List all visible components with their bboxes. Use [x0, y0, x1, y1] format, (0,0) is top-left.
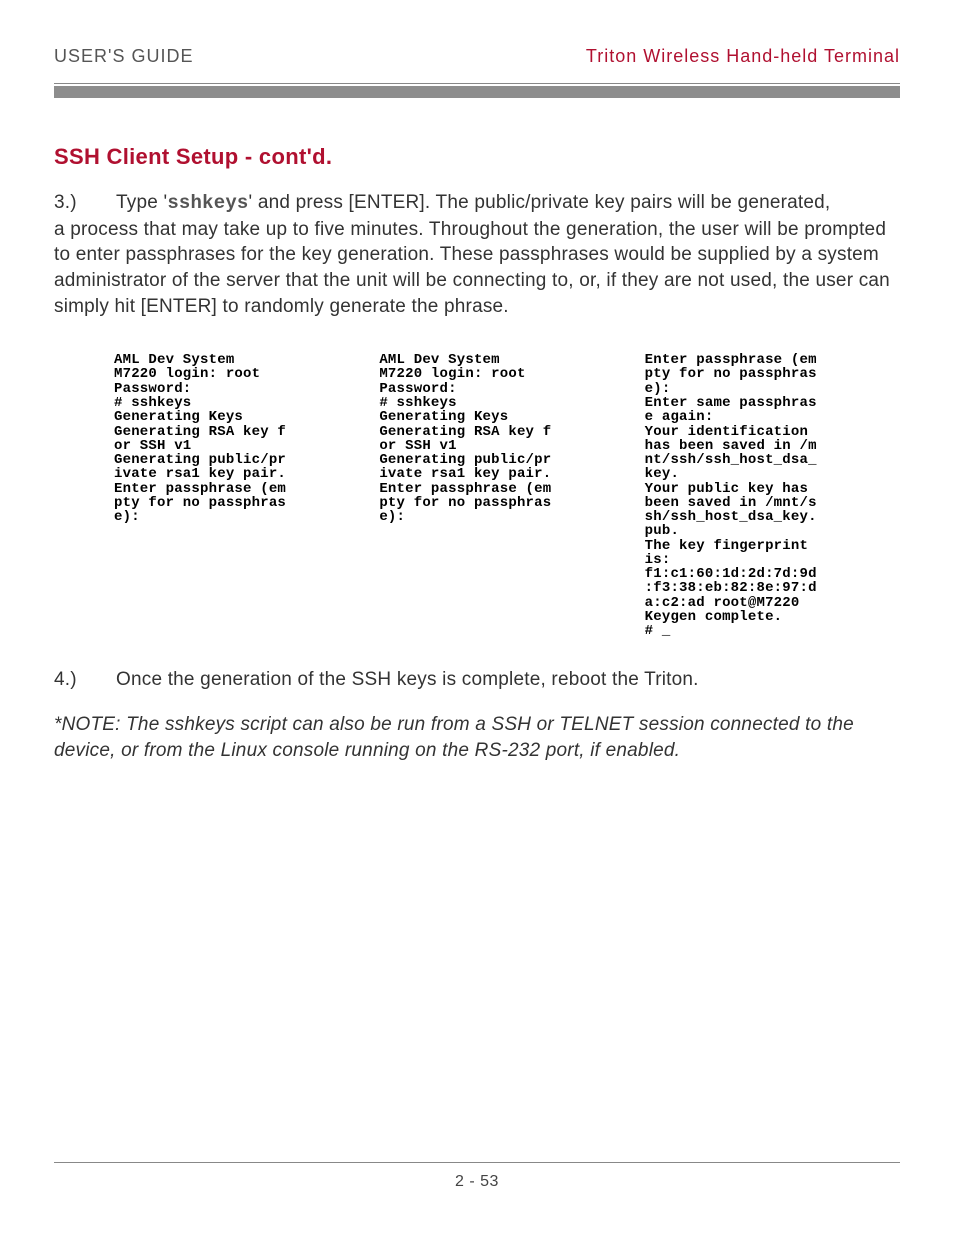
- step-3: 3.) Type 'sshkeys' and press [ENTER]. Th…: [54, 190, 900, 319]
- sshkeys-command: sshkeys: [167, 192, 248, 214]
- terminal-screen-2: AML Dev System M7220 login: root Passwor…: [379, 353, 624, 638]
- header-right: Triton Wireless Hand-held Terminal: [586, 46, 900, 67]
- step-4-number: 4.): [54, 667, 88, 693]
- terminal-screenshots: AML Dev System M7220 login: root Passwor…: [114, 353, 890, 638]
- terminal-screen-3: Enter passphrase (em pty for no passphra…: [645, 353, 890, 638]
- page-footer: 2 - 53: [54, 1162, 900, 1191]
- header-left: USER'S GUIDE: [54, 46, 193, 67]
- step-3-body: a process that may take up to five minut…: [54, 217, 900, 320]
- terminal-screen-1: AML Dev System M7220 login: root Passwor…: [114, 353, 359, 638]
- step-4-text: Once the generation of the SSH keys is c…: [116, 667, 699, 693]
- note: *NOTE: The sshkeys script can also be ru…: [54, 712, 900, 763]
- step-4: 4.) Once the generation of the SSH keys …: [54, 667, 900, 693]
- step-3-line1: Type 'sshkeys' and press [ENTER]. The pu…: [116, 190, 830, 217]
- section-title: SSH Client Setup - cont'd.: [54, 144, 900, 170]
- page-header: USER'S GUIDE Triton Wireless Hand-held T…: [54, 46, 900, 67]
- step-3-number: 3.): [54, 190, 88, 217]
- header-rule: [54, 83, 900, 98]
